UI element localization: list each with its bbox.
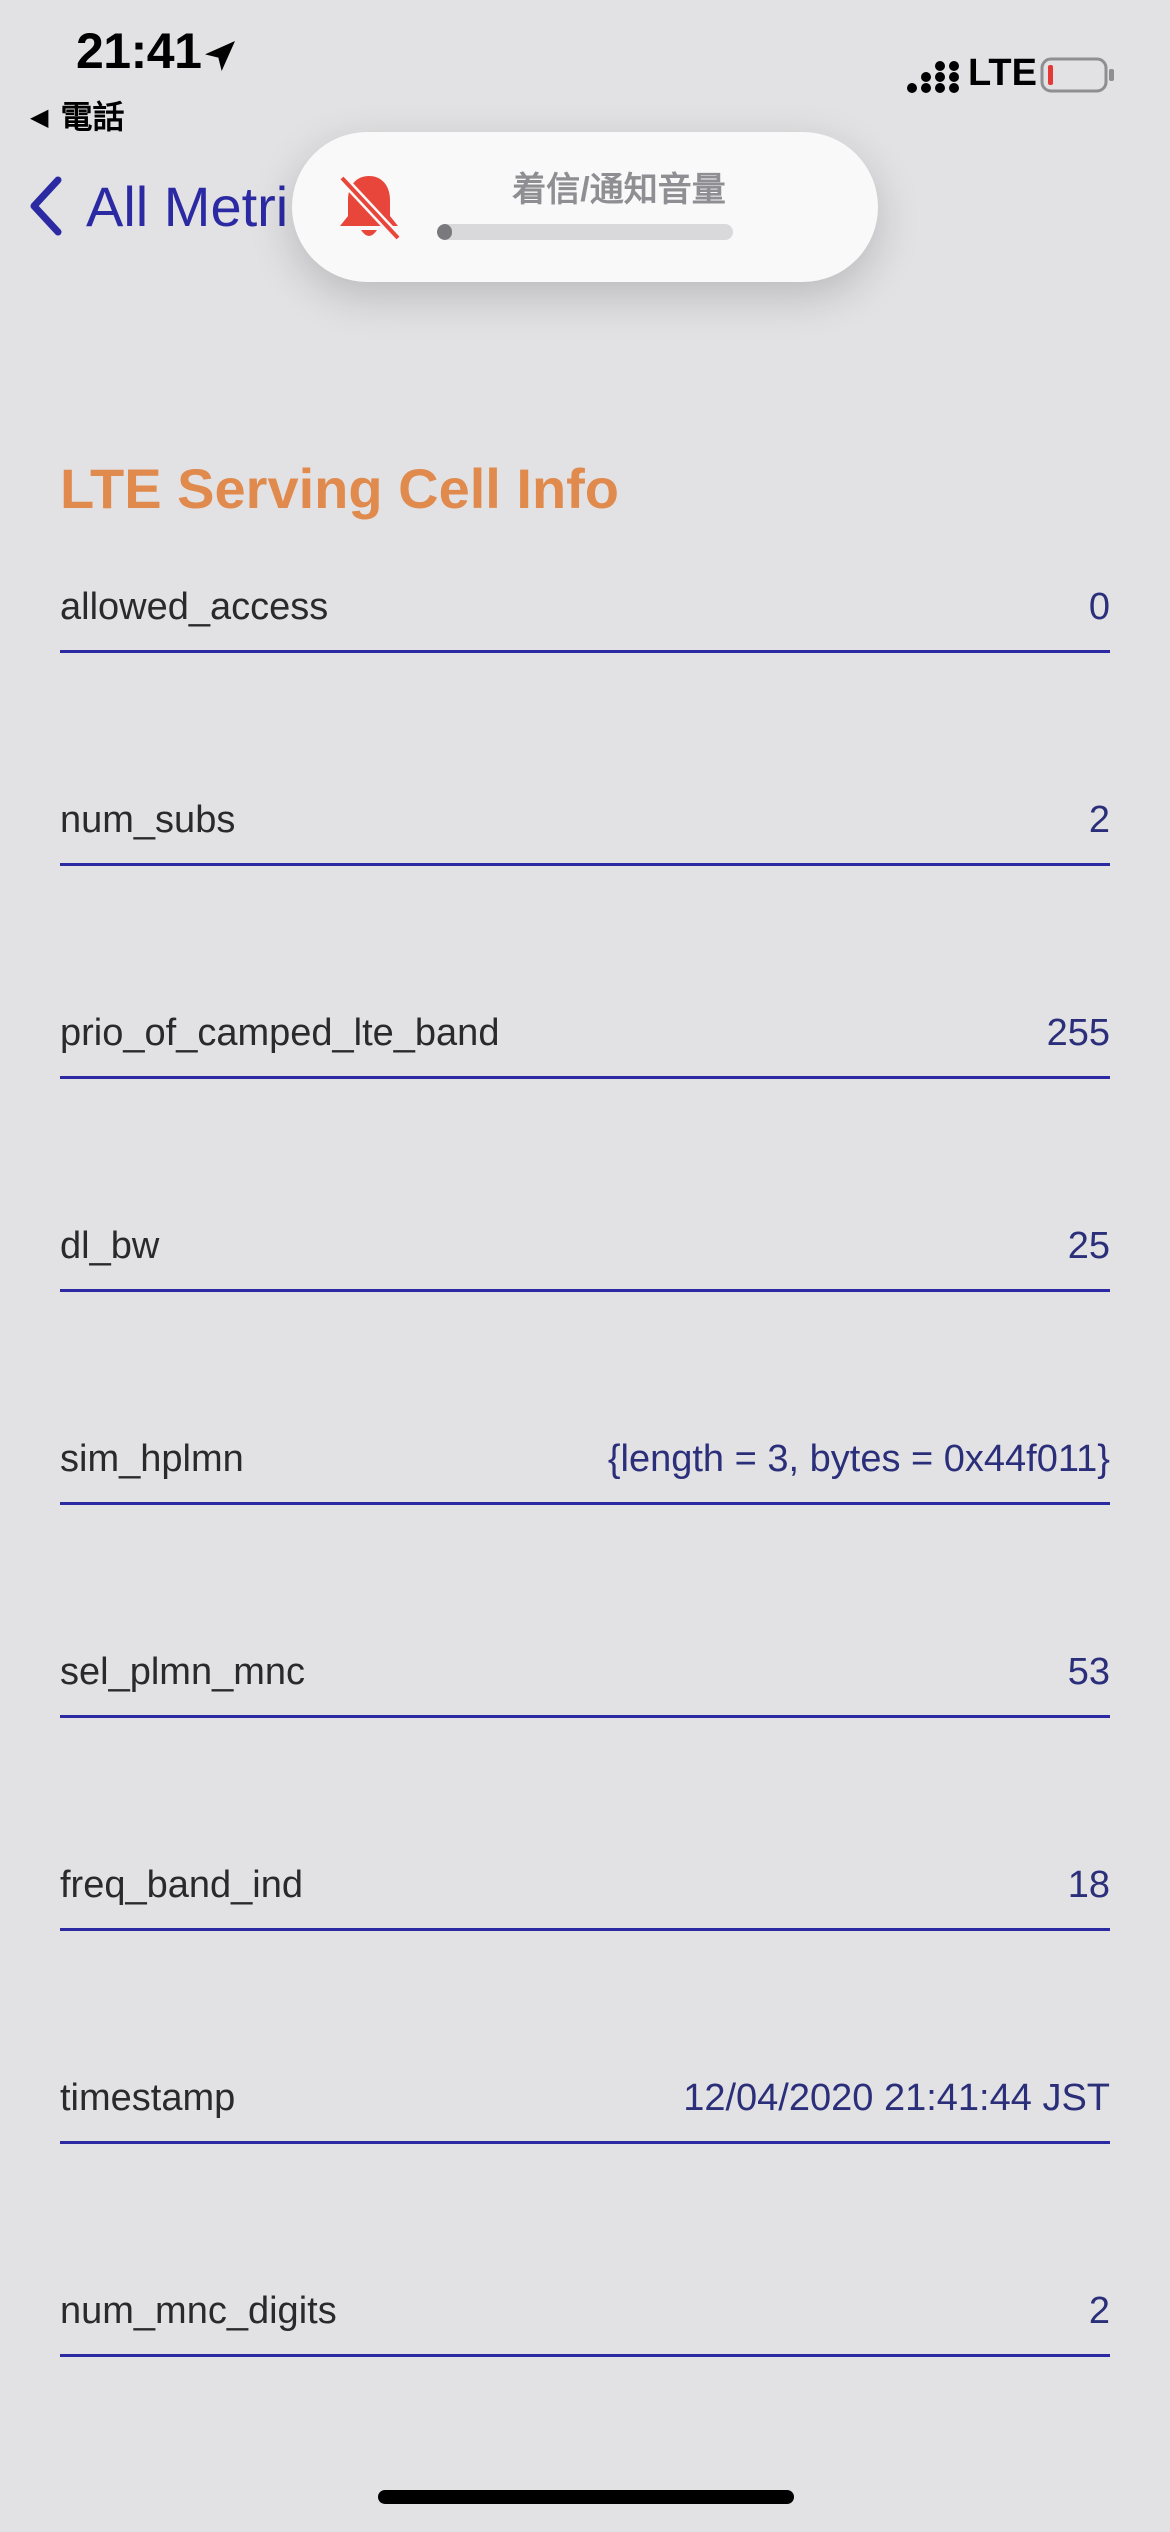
metric-value: 255 — [1046, 1012, 1110, 1054]
metric-row-sim-hplmn: sim_hplmn {length = 3, bytes = 0x44f011} — [60, 1424, 1110, 1505]
metric-value: 18 — [1067, 1864, 1110, 1906]
metric-label: sim_hplmn — [60, 1438, 244, 1480]
metric-row-num-subs: num_subs 2 — [60, 785, 1110, 866]
home-indicator[interactable] — [378, 2490, 794, 2504]
metric-label: num_mnc_digits — [60, 2290, 337, 2332]
back-app-label: 電話 — [60, 99, 125, 135]
metric-value: 2 — [1088, 799, 1110, 841]
metric-row-freq-band-ind: freq_band_ind 18 — [60, 1850, 1110, 1931]
metric-value: 25 — [1067, 1225, 1110, 1267]
volume-level-fill — [437, 224, 452, 240]
metric-label: freq_band_ind — [60, 1864, 303, 1906]
metric-row-allowed-access: allowed_access 0 — [60, 572, 1110, 653]
battery-low-icon — [1040, 57, 1114, 93]
bell-slash-icon — [338, 174, 402, 242]
metric-label: num_subs — [60, 799, 236, 841]
network-type: LTE — [968, 52, 1037, 94]
metric-value: 0 — [1088, 586, 1110, 628]
metric-row-prio-of-camped-lte-band: prio_of_camped_lte_band 255 — [60, 998, 1110, 1079]
nav-back-label: All Metri — [86, 174, 289, 238]
volume-hud-title: 着信/通知音量 — [512, 171, 726, 209]
section-title: LTE Serving Cell Info — [60, 457, 620, 520]
back-to-app-link[interactable]: ◀ 電話 — [30, 92, 124, 138]
location-arrow-icon — [205, 41, 235, 71]
metric-row-sel-plmn-mnc: sel_plmn_mnc 53 — [60, 1637, 1110, 1718]
metric-label: prio_of_camped_lte_band — [60, 1012, 500, 1054]
metric-value: {length = 3, bytes = 0x44f011} — [607, 1438, 1110, 1480]
metrics-list: allowed_access 0 num_subs 2 prio_of_camp… — [60, 572, 1110, 2489]
chevron-left-icon — [30, 176, 62, 236]
metric-label: timestamp — [60, 2077, 236, 2119]
metric-label: sel_plmn_mnc — [60, 1651, 305, 1693]
metric-row-dl-bw: dl_bw 25 — [60, 1211, 1110, 1292]
metric-value: 12/04/2020 21:41:44 JST — [683, 2077, 1110, 2119]
metric-row-num-mnc-digits: num_mnc_digits 2 — [60, 2276, 1110, 2357]
volume-hud: 着信/通知音量 — [292, 132, 878, 282]
signal-icon — [907, 61, 959, 93]
metric-value: 2 — [1088, 2290, 1110, 2332]
back-triangle-icon: ◀ — [30, 104, 49, 131]
volume-level-track — [437, 224, 733, 240]
metric-row-timestamp: timestamp 12/04/2020 21:41:44 JST — [60, 2063, 1110, 2144]
status-time: 21:41 — [76, 23, 202, 79]
metric-value: 53 — [1067, 1651, 1110, 1693]
metric-label: dl_bw — [60, 1225, 160, 1267]
nav-back-button[interactable]: All Metri — [26, 166, 288, 246]
metric-label: allowed_access — [60, 586, 329, 628]
